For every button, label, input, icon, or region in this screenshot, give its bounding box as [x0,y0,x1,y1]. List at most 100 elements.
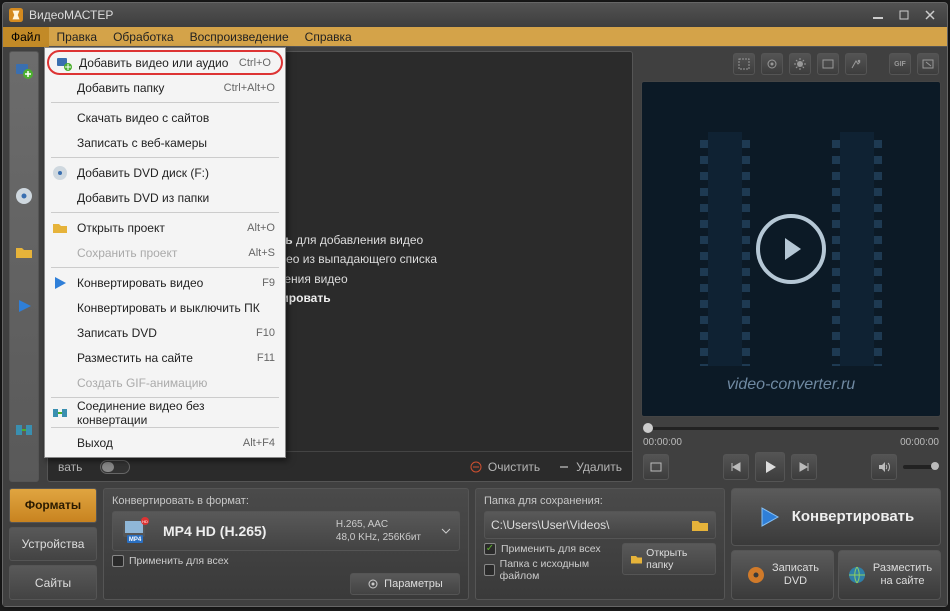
app-window: ВидеоМАСТЕР Файл Правка Обработка Воспро… [2,2,948,607]
svg-text:HD: HD [142,519,148,524]
file-menu-item[interactable]: Скачать видео с сайтов [45,105,285,130]
menu-item-shortcut: Alt+O [247,222,275,234]
play-button[interactable] [755,452,785,482]
folder-same-source[interactable]: Папка с исходным файлом [484,558,614,582]
fullscreen-button[interactable] [643,454,669,480]
menu-item-shortcut: Ctrl+O [239,57,271,69]
menu-item-label: Конвертировать видео [77,276,203,290]
speed-tool[interactable] [845,53,867,75]
open-folder-button[interactable]: Открыть папку [622,543,716,575]
chevron-down-icon [441,526,451,536]
playback-controls [641,452,941,482]
brightness-tool[interactable] [789,53,811,75]
file-menu-dropdown: Добавить видео или аудиоCtrl+OДобавить п… [44,47,286,458]
browse-folder-button[interactable] [691,517,709,533]
file-menu-item[interactable]: Добавить DVD из папки [45,185,285,210]
toggle-action[interactable] [100,460,130,474]
gear-icon [367,578,379,590]
folder-panel: Папка для сохранения: Применить для всех… [475,488,725,600]
menu-item-label: Записать DVD [77,326,157,340]
menu-item-shortcut: F10 [256,327,275,339]
add-button[interactable] [12,58,36,82]
volume-slider[interactable] [903,465,939,469]
menu-playback[interactable]: Воспроизведение [182,27,297,47]
file-menu-item[interactable]: Конвертировать видео F9 [45,270,285,295]
file-menu-item[interactable]: Конвертировать и выключить ПК [45,295,285,320]
crop-tool[interactable] [733,53,755,75]
record-tool[interactable] [761,53,783,75]
dvd-icon [746,565,766,585]
format-name: MP4 HD (H.265) [163,523,266,539]
convert-button[interactable]: Конвертировать [731,488,941,546]
file-menu-item: Сохранить проект Alt+S [45,240,285,265]
folder-icon [51,219,69,237]
titlebar: ВидеоМАСТЕР [3,3,947,27]
gif-tool[interactable]: GIF [889,53,911,75]
format-tabs: Форматы Устройства Сайты [9,488,97,600]
burn-dvd-button[interactable]: Записать DVD [731,550,834,600]
menu-item-label: Открыть проект [77,221,165,235]
upload-button[interactable]: Разместить на сайте [838,550,941,600]
folder-path-input[interactable] [491,518,685,532]
folder-apply-all[interactable]: Применить для всех [484,543,614,555]
file-menu-item[interactable]: Записать DVD F10 [45,320,285,345]
menu-file[interactable]: Файл [3,27,49,47]
menu-item-shortcut: Alt+S [248,247,275,259]
menu-item-label: Добавить DVD диск (F:) [77,166,209,180]
menu-item-shortcut: F11 [257,352,275,364]
menu-item-shortcut: F9 [262,277,275,289]
file-menu-item[interactable]: Добавить папкуCtrl+Alt+O [45,75,285,100]
clear-action[interactable]: Очистить [470,460,540,474]
app-title: ВидеоМАСТЕР [29,8,113,22]
open-project-button[interactable] [12,240,36,264]
menu-item-label: Добавить DVD из папки [77,191,209,205]
file-menu-item[interactable]: Соединение видео без конвертации [45,400,285,425]
mp4-icon: MP4HD [121,517,153,545]
preview-panel: GIF video-converter.ru 00:00:0000:00:00 [641,51,941,482]
format-selector[interactable]: MP4HD MP4 HD (H.265) H.265, AAC 48,0 KHz… [112,511,460,551]
file-menu-item[interactable]: Добавить DVD диск (F:) [45,160,285,185]
volume-button[interactable] [871,454,897,480]
file-menu-item[interactable]: ВыходAlt+F4 [45,430,285,455]
file-menu-item[interactable]: Разместить на сайтеF11 [45,345,285,370]
format-apply-all[interactable]: Применить для всех [112,555,460,567]
format-codec: H.265, AAC [336,518,421,531]
tab-sites[interactable]: Сайты [9,565,97,600]
delete-action[interactable]: Удалить [558,460,622,474]
folder-icon [630,553,642,565]
prev-button[interactable] [723,454,749,480]
menu-help[interactable]: Справка [297,27,360,47]
next-button[interactable] [791,454,817,480]
add-dvd-button[interactable] [12,184,36,208]
close-button[interactable] [919,7,941,23]
rename-action[interactable]: вать [58,460,82,474]
folder-header: Папка для сохранения: [484,495,716,507]
menu-item-label: Скачать видео с сайтов [77,111,209,125]
folder-path-row [484,511,716,539]
menu-item-shortcut: Alt+F4 [243,437,275,449]
menu-process[interactable]: Обработка [105,27,182,47]
file-menu-item: Создать GIF-анимацию [45,370,285,395]
plus-icon [55,54,73,72]
tab-devices[interactable]: Устройства [9,527,97,562]
params-button[interactable]: Параметры [350,573,460,595]
file-menu-item[interactable]: Записать с веб-камеры [45,130,285,155]
convert-button-icon[interactable] [12,294,36,318]
minimize-button[interactable] [867,7,889,23]
menu-item-label: Создать GIF-анимацию [77,376,207,390]
join-button[interactable] [12,418,36,442]
screenshot-tool[interactable] [917,53,939,75]
menu-item-label: Сохранить проект [77,246,177,260]
convert-icon [758,505,782,529]
file-menu-item[interactable]: Открыть проект Alt+O [45,215,285,240]
menu-edit[interactable]: Правка [49,27,106,47]
left-toolbar [9,51,39,482]
format-panel: Конвертировать в формат: MP4HD MP4 HD (H… [103,488,469,600]
seek-slider[interactable] [641,421,941,435]
maximize-button[interactable] [893,7,915,23]
effects-tool[interactable] [817,53,839,75]
video-preview[interactable]: video-converter.ru [641,81,941,417]
file-menu-item[interactable]: Добавить видео или аудиоCtrl+O [47,50,283,75]
play-icon [51,274,69,292]
tab-formats[interactable]: Форматы [9,488,97,523]
